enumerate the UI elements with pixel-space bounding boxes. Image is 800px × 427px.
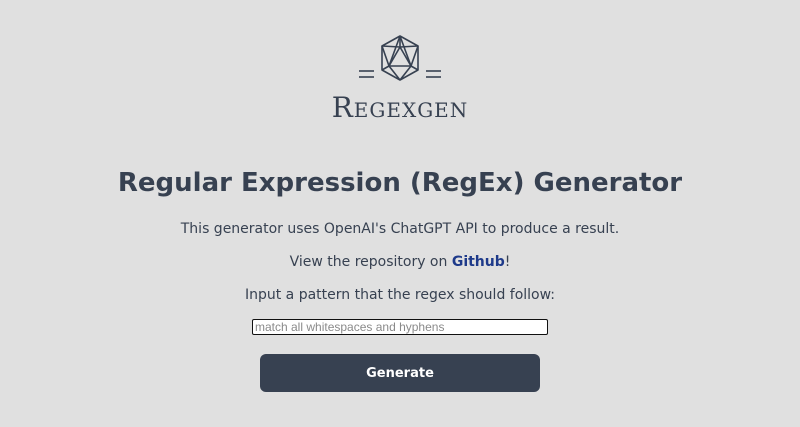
generate-button[interactable]: Generate [260,354,540,392]
icosahedron-with-equals-icon [358,35,441,81]
page-title: Regular Expression (RegEx) Generator [117,168,683,198]
logo-wordmark: Regexgen [331,91,469,124]
description-text: This generator uses OpenAI's ChatGPT API… [180,221,620,237]
page: Regexgen Regular Expression (RegEx) Gene… [0,0,800,427]
instruction-text: Input a pattern that the regex should fo… [244,287,556,303]
pattern-input[interactable] [252,319,548,335]
repository-suffix: ! [504,254,511,270]
github-link[interactable]: Github [452,254,505,270]
repository-prefix: View the repository on [289,254,452,270]
logo: Regexgen [332,34,469,125]
repository-line: View the repository on Github! [290,253,511,271]
